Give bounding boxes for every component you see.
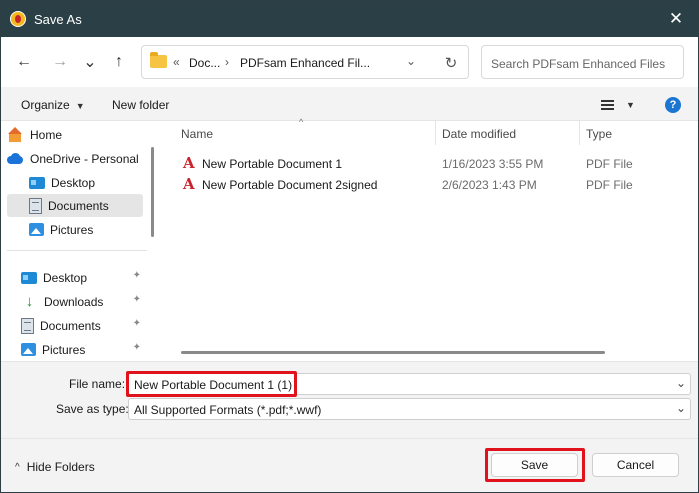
column-divider[interactable] — [435, 121, 436, 145]
file-list[interactable]: ^ Name Date modified Type A New Portable… — [163, 117, 698, 361]
back-button[interactable]: ← — [13, 51, 35, 73]
main-area: Home OneDrive - Personal Desktop Documen… — [1, 117, 698, 361]
pin-icon[interactable]: ✦ — [133, 318, 141, 329]
column-header-type[interactable]: Type — [586, 127, 612, 149]
pictures-icon — [21, 343, 36, 356]
home-icon — [7, 126, 24, 143]
file-type: PDF File — [586, 157, 633, 171]
sidebar-item-label: Desktop — [43, 270, 88, 285]
sidebar-item-pictures[interactable]: Pictures ✦ — [21, 338, 143, 361]
sidebar-item-onedrive-pictures[interactable]: Pictures — [29, 218, 143, 241]
sidebar-item-onedrive[interactable]: OneDrive - Personal — [7, 147, 143, 170]
breadcrumb-overflow[interactable]: « — [173, 55, 180, 69]
save-as-type-value: All Supported Formats (*.pdf;*.wwf) — [134, 403, 322, 417]
sidebar-item-label: Downloads — [44, 294, 104, 309]
dialog-footer: ^ Hide Folders Save Cancel — [1, 438, 698, 492]
downloads-icon: ↓ — [25, 293, 34, 310]
horizontal-scrollbar[interactable] — [181, 351, 605, 354]
sidebar-item-label: Desktop — [51, 175, 96, 190]
file-row[interactable]: A New Portable Document 2signed 2/6/2023… — [163, 174, 698, 195]
save-form: File name: New Portable Document 1 (1) ⌄… — [1, 361, 698, 438]
pdf-icon: A — [183, 175, 195, 193]
column-header-name[interactable]: Name — [181, 127, 213, 149]
pin-icon[interactable]: ✦ — [133, 294, 141, 305]
refresh-button[interactable]: ↻ — [440, 53, 462, 73]
sidebar-item-desktop[interactable]: Desktop ✦ — [21, 266, 143, 289]
file-name-label: File name: — [69, 377, 126, 391]
recent-locations-button[interactable]: ⌄ — [79, 51, 101, 73]
documents-icon — [21, 317, 34, 334]
save-as-type-select[interactable]: All Supported Formats (*.pdf;*.wwf) ⌄ — [128, 398, 691, 420]
new-folder-button[interactable]: New folder — [112, 98, 169, 112]
hide-folders-button[interactable]: ^ Hide Folders — [15, 460, 95, 474]
navigation-pane[interactable]: Home OneDrive - Personal Desktop Documen… — [1, 121, 161, 361]
sidebar-scrollbar[interactable] — [151, 147, 154, 237]
organize-label: Organize — [21, 98, 70, 112]
pin-icon[interactable]: ✦ — [133, 342, 141, 353]
save-as-dialog: Save As ✕ ← → ⌄ ↑ « Doc... › PDFsam Enha… — [0, 0, 699, 493]
sidebar-item-label: OneDrive - Personal — [30, 151, 139, 166]
file-name: New Portable Document 1 — [202, 157, 343, 171]
file-name-field[interactable]: New Portable Document 1 (1) ⌄ — [128, 373, 691, 395]
chevron-up-icon: ^ — [15, 461, 20, 473]
address-bar[interactable]: « Doc... › PDFsam Enhanced Fil... ⌄ ↻ — [141, 45, 469, 79]
breadcrumb-current-folder[interactable]: PDFsam Enhanced Fil... — [240, 56, 370, 70]
sidebar-divider — [7, 250, 147, 251]
sidebar-item-label: Pictures — [50, 222, 94, 237]
desktop-icon — [29, 176, 45, 189]
view-options-button[interactable]: ▼ — [601, 95, 641, 115]
title-bar: Save As ✕ — [1, 1, 698, 37]
cancel-button[interactable]: Cancel — [592, 453, 679, 477]
sidebar-item-onedrive-desktop[interactable]: Desktop — [29, 171, 143, 194]
chevron-down-icon[interactable]: ⌄ — [676, 376, 686, 390]
dialog-title: Save As — [34, 12, 82, 27]
file-date: 2/6/2023 1:43 PM — [442, 178, 537, 192]
sidebar-item-downloads[interactable]: ↓ Downloads ✦ — [21, 290, 143, 313]
pdf-icon: A — [183, 154, 195, 172]
file-name-value: New Portable Document 1 (1) — [134, 378, 293, 392]
up-button[interactable]: ↑ — [108, 51, 130, 73]
file-type: PDF File — [586, 178, 633, 192]
sidebar-item-label: Documents — [40, 318, 101, 333]
sidebar-item-label: Pictures — [42, 342, 86, 357]
forward-button[interactable]: → — [49, 51, 71, 73]
hide-folders-label: Hide Folders — [26, 460, 95, 474]
chevron-down-icon: ▼ — [75, 101, 85, 111]
save-as-type-label: Save as type: — [56, 402, 129, 416]
sidebar-item-label: Documents — [48, 198, 109, 213]
close-button[interactable]: ✕ — [654, 1, 698, 37]
file-name: New Portable Document 2signed — [202, 178, 378, 192]
search-input[interactable]: Search PDFsam Enhanced Files — [481, 45, 684, 79]
onedrive-icon — [7, 151, 24, 167]
pin-icon[interactable]: ✦ — [133, 270, 141, 281]
folder-icon — [150, 52, 167, 68]
column-header-date-modified[interactable]: Date modified — [442, 127, 516, 149]
file-date: 1/16/2023 3:55 PM — [442, 157, 544, 171]
address-dropdown-icon[interactable]: ⌄ — [406, 54, 416, 68]
sort-ascending-icon: ^ — [299, 117, 304, 127]
save-button[interactable]: Save — [491, 453, 578, 477]
sidebar-item-onedrive-documents[interactable]: Documents — [7, 194, 143, 217]
breadcrumb-documents[interactable]: Doc... — [189, 56, 220, 70]
organize-menu[interactable]: Organize ▼ — [21, 98, 85, 112]
chevron-down-icon: ▼ — [626, 100, 635, 110]
command-bar: Organize ▼ New folder ▼ ? — [1, 87, 698, 121]
help-icon[interactable]: ? — [665, 97, 681, 113]
pdfsam-icon — [10, 11, 26, 27]
search-placeholder: Search PDFsam Enhanced Files — [491, 57, 666, 71]
list-view-icon — [601, 100, 614, 110]
breadcrumb-separator: › — [225, 55, 229, 69]
chevron-down-icon[interactable]: ⌄ — [676, 401, 686, 415]
file-row[interactable]: A New Portable Document 1 1/16/2023 3:55… — [163, 153, 698, 174]
sidebar-item-documents[interactable]: Documents ✦ — [21, 314, 143, 337]
desktop-icon — [21, 271, 37, 284]
sidebar-item-label: Home — [30, 127, 63, 142]
sidebar-item-home[interactable]: Home — [7, 123, 143, 146]
pictures-icon — [29, 223, 44, 236]
column-divider[interactable] — [579, 121, 580, 145]
documents-icon — [29, 197, 42, 214]
navigation-bar: ← → ⌄ ↑ « Doc... › PDFsam Enhanced Fil..… — [1, 37, 698, 87]
